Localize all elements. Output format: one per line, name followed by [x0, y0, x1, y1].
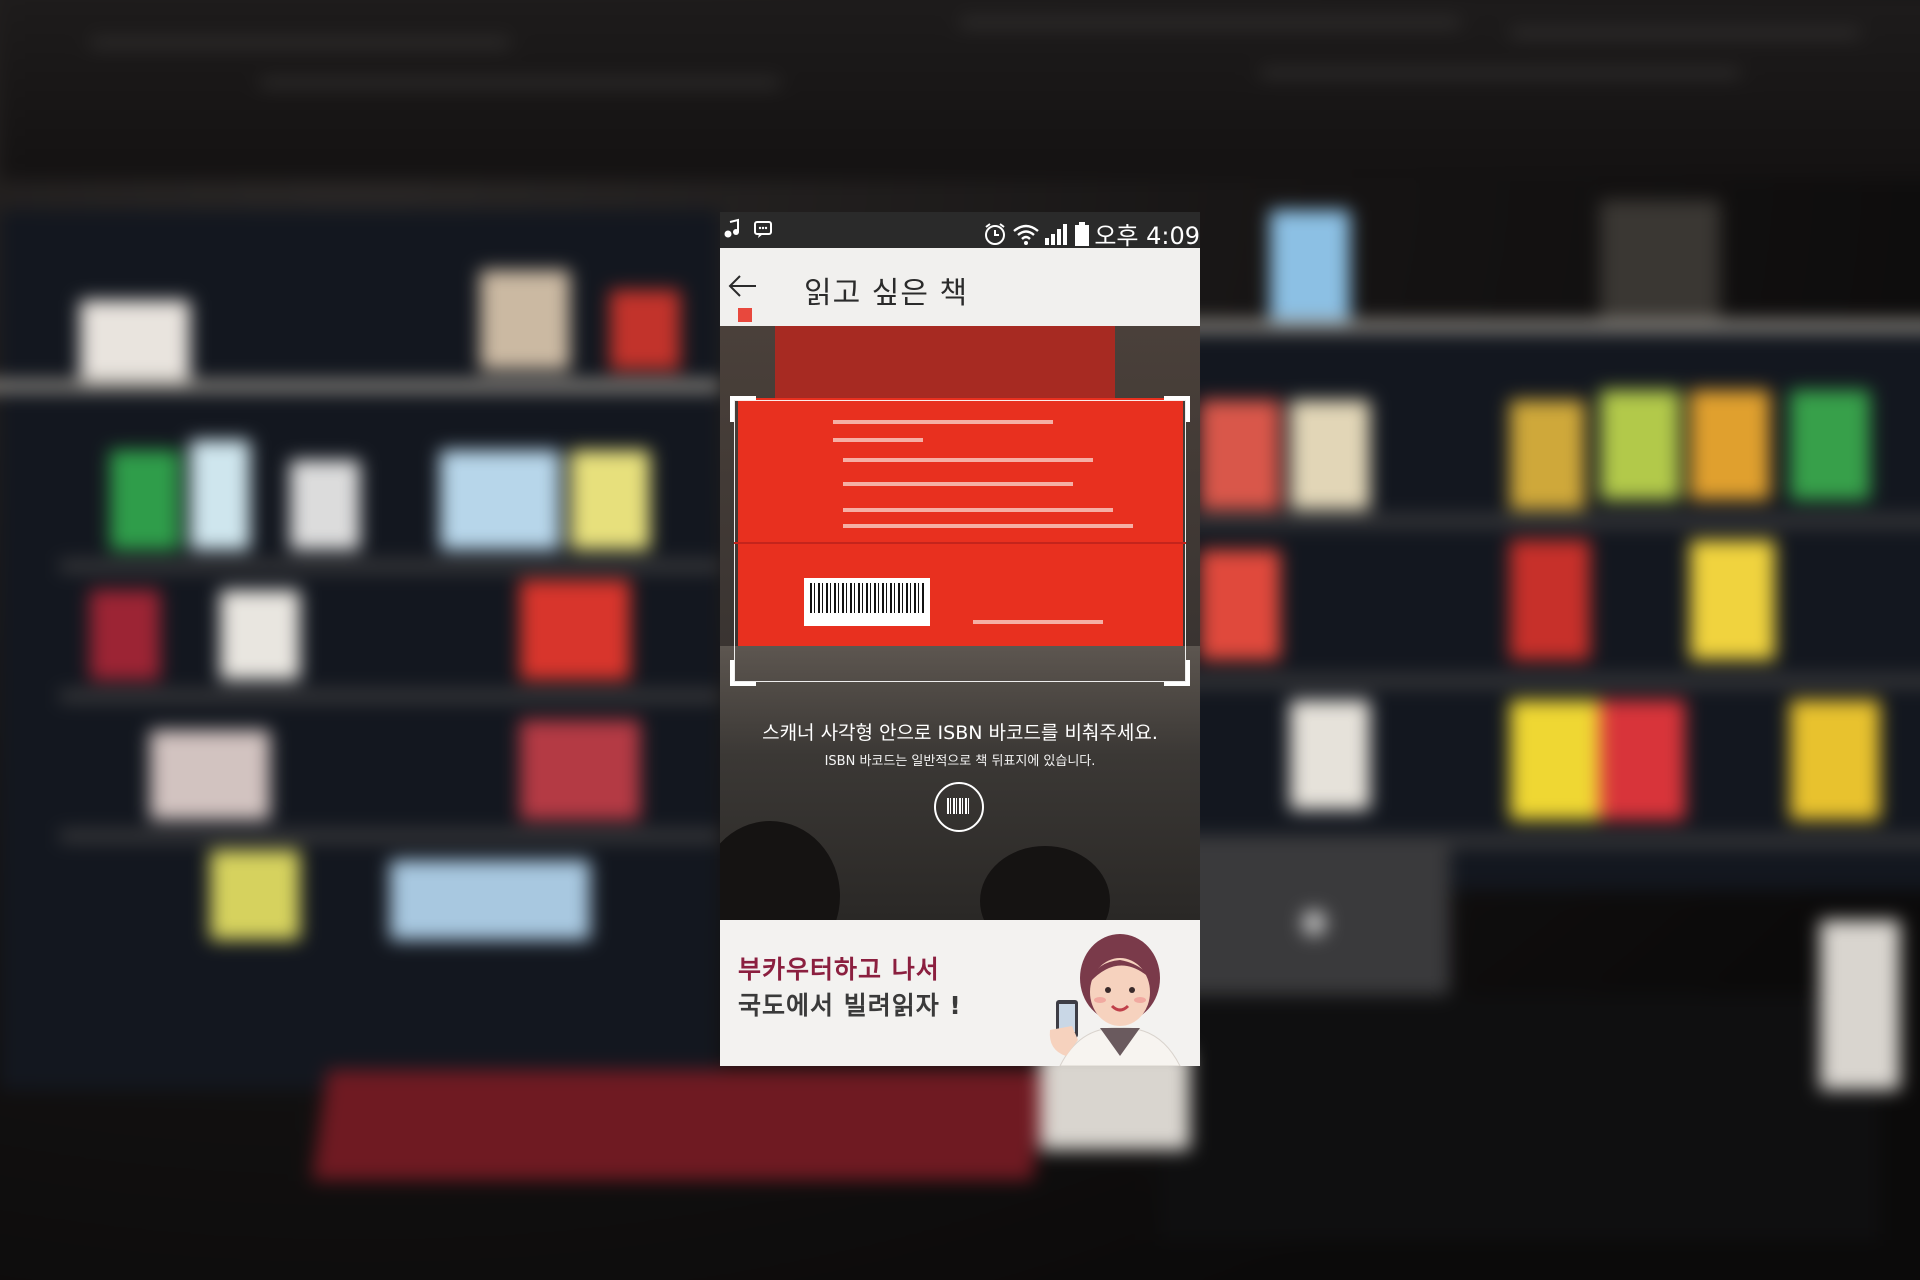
chalk-mark: [90, 40, 510, 46]
chalk-mark: [960, 20, 1460, 26]
phone-screen: 오후 4:09 읽고 싶은 책 스캐너 사각형 안으로 ISBN 바코드를 비춰…: [720, 212, 1200, 1066]
background-chalkboard: [0, 0, 1920, 180]
battery-icon: [1075, 221, 1090, 246]
scanner-corner: [1164, 660, 1190, 686]
wifi-icon: [1013, 224, 1040, 245]
book: [1790, 390, 1870, 500]
banner-headline: 부카우터하고 나서: [738, 955, 940, 984]
music-note-icon: [724, 218, 739, 238]
status-bar-right: 오후 4:09: [982, 216, 1200, 251]
book: [1690, 390, 1770, 500]
frame: [480, 270, 570, 370]
book: [1290, 400, 1370, 510]
camera-preview: 스캐너 사각형 안으로 ISBN 바코드를 비춰주세요. ISBN 바코드는 일…: [720, 326, 1200, 920]
page-title: 읽고 싶은 책: [804, 276, 969, 311]
accent-marker: [738, 308, 752, 322]
book: [1290, 700, 1370, 810]
book: [1690, 540, 1775, 660]
book: [390, 860, 590, 940]
book: [110, 450, 180, 550]
apple-logo-icon: [1302, 910, 1326, 936]
barcode-mode-button[interactable]: [934, 782, 984, 832]
chalk-mark: [260, 80, 780, 86]
banner-subline: 국도에서 빌려읽자 !: [738, 991, 962, 1020]
box: [80, 300, 190, 380]
book: [520, 720, 640, 820]
alarm-clock-icon: [985, 222, 1006, 245]
back-arrow-icon: [728, 275, 756, 297]
back-button[interactable]: [724, 262, 772, 310]
book: [90, 590, 160, 680]
status-bar-time: 오후 4:09: [1094, 222, 1200, 250]
book: [1510, 700, 1600, 820]
book: [210, 850, 300, 940]
shelf-board: [1160, 515, 1920, 527]
shelf-board: [1160, 320, 1920, 332]
woman-with-phone-icon: [1049, 934, 1181, 1066]
book: [1510, 540, 1590, 660]
frame: [1270, 210, 1350, 320]
shelf-board: [60, 690, 720, 702]
book: [570, 450, 650, 550]
frame: [1600, 200, 1720, 320]
app-bar: 읽고 싶은 책: [720, 248, 1200, 326]
scanner-border: [734, 400, 1186, 682]
scanner-frame: [730, 396, 1190, 686]
signal-bars-icon: [1045, 223, 1068, 245]
book: [1200, 400, 1280, 510]
book: [150, 730, 270, 820]
book: [1600, 390, 1680, 500]
book: [1200, 550, 1280, 660]
scanner-corner: [730, 396, 756, 422]
book: [610, 290, 680, 370]
book: [520, 580, 630, 680]
paper-sign: [1820, 920, 1900, 1090]
chalk-mark: [1260, 70, 1740, 76]
status-bar-left: [722, 218, 774, 240]
chalk-mark: [1510, 30, 1860, 36]
barcode-icon: [947, 798, 971, 814]
shelf-board: [1160, 675, 1920, 687]
chat-bubble-icon: [754, 221, 772, 238]
display-table: [312, 1070, 1048, 1180]
promo-banner[interactable]: 부카우터하고 나서 국도에서 빌려읽자 !: [720, 920, 1200, 1066]
counter: [1160, 995, 1880, 1240]
book: [1510, 400, 1585, 510]
scanner-corner: [1164, 396, 1190, 422]
book: [290, 460, 360, 550]
scanner-laser-line: [734, 542, 1186, 544]
status-bar: 오후 4:09: [720, 212, 1200, 251]
scanner-hint: ISBN 바코드는 일반적으로 책 뒤표지에 있습니다.: [824, 754, 1096, 769]
book-page-top: [775, 326, 1115, 406]
shelf-board: [0, 380, 720, 392]
scanner-corner: [730, 660, 756, 686]
shelf-board: [60, 830, 720, 842]
book: [1600, 700, 1685, 820]
scanner-instruction: 스캐너 사각형 안으로 ISBN 바코드를 비춰주세요.: [762, 722, 1158, 744]
book: [440, 450, 560, 550]
book: [220, 590, 300, 680]
book: [190, 440, 250, 550]
shelf-board: [60, 560, 720, 572]
book: [1790, 700, 1880, 820]
